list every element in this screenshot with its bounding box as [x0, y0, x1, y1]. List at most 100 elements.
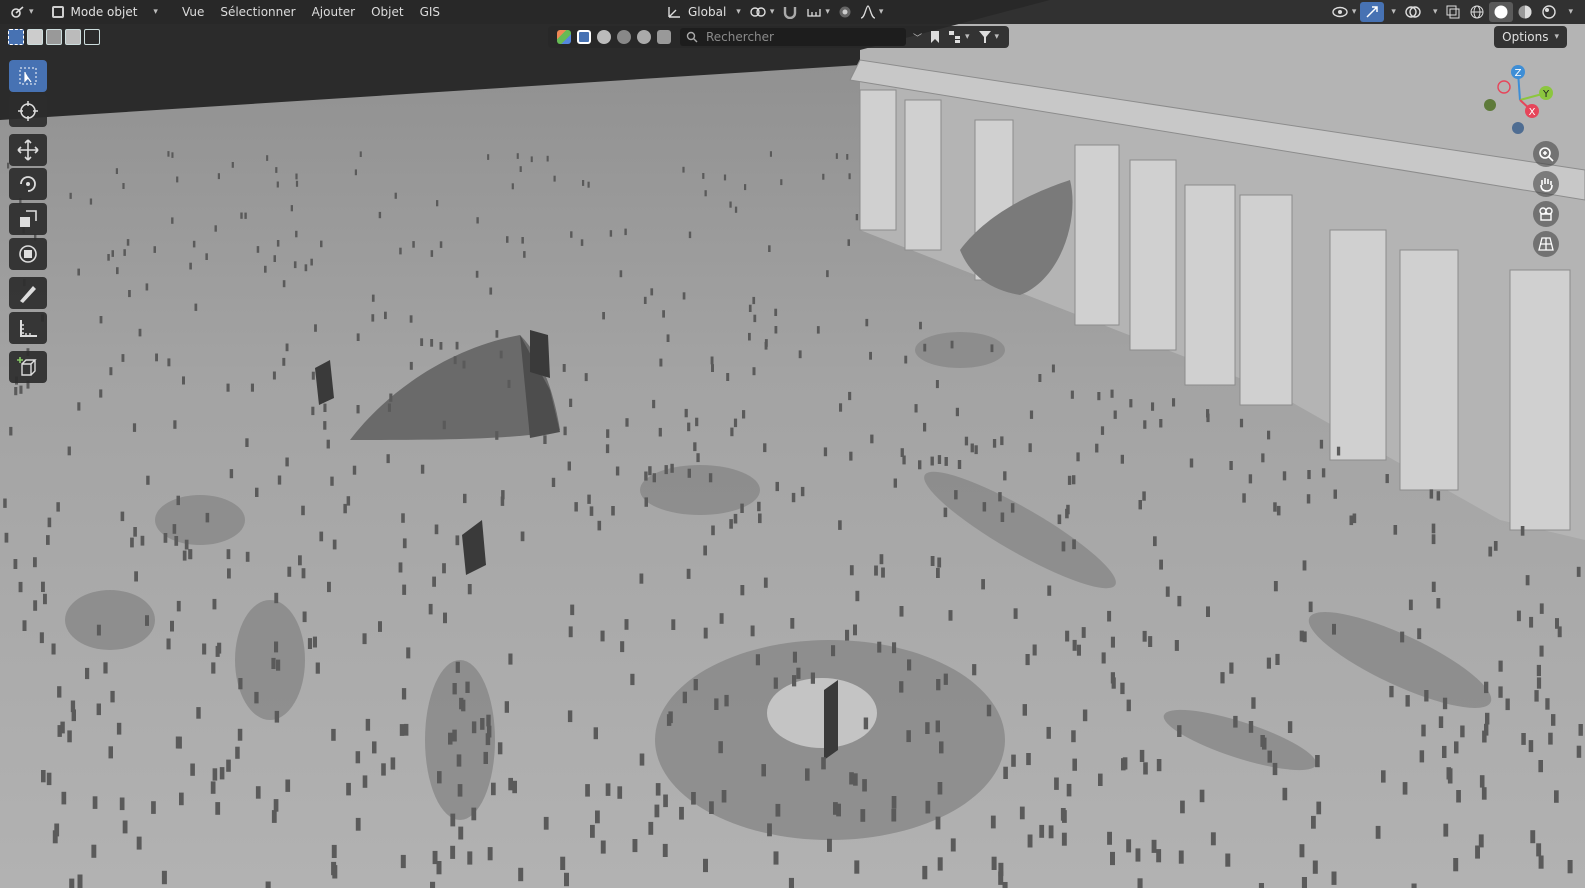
navigation-gizmo[interactable]: Z Y X: [1480, 60, 1562, 142]
chevron-down-icon: ▾: [736, 7, 741, 17]
xray-icon: [1446, 5, 1460, 19]
menu-view[interactable]: Vue: [174, 2, 212, 22]
measure-tool-icon: [20, 320, 37, 337]
options-dropdown[interactable]: Options ▾: [1494, 26, 1567, 48]
scene-render: [0, 0, 1585, 888]
select-invert-icon[interactable]: [65, 29, 81, 45]
scene-icon[interactable]: [557, 30, 571, 44]
search-input[interactable]: [704, 29, 898, 45]
annotate-tool-icon: [20, 286, 36, 303]
menu-gis[interactable]: GIS: [412, 2, 448, 22]
filter-options-button[interactable]: ﹀: [906, 27, 926, 47]
snap-target-dropdown[interactable]: ▾: [802, 2, 834, 22]
filter-bar: ﹀ ▾ ▾: [548, 26, 1010, 48]
cursor-tool-icon: [18, 101, 38, 121]
hierarchy-dropdown[interactable]: ▾: [944, 27, 974, 47]
menu-select[interactable]: Sélectionner: [212, 2, 303, 22]
chevron-down-icon: ▾: [153, 7, 158, 17]
gizmo-dropdown[interactable]: ▾: [1384, 2, 1400, 22]
orientation-label: Global: [688, 5, 727, 19]
falloff-curve-icon: [860, 5, 876, 19]
object-filter-icon[interactable]: [577, 30, 591, 44]
transform-tool-icon: [19, 245, 37, 263]
shading-solid[interactable]: [1489, 2, 1514, 22]
add-cube-tool-icon: [17, 357, 37, 376]
mesh-filter-icon[interactable]: [597, 30, 611, 44]
chevron-down-icon: ﹀: [913, 33, 923, 44]
zoom-button[interactable]: [1533, 141, 1559, 167]
chevron-down-icon: ▾: [994, 32, 1000, 42]
chevron-down-icon: ▾: [1351, 7, 1357, 17]
snap-toggle[interactable]: [778, 2, 802, 22]
add-cube-tool[interactable]: [9, 351, 47, 383]
viewport-header: ▾ Mode objet ▾ Vue Sélectionner Ajouter …: [0, 0, 1585, 24]
snap-increment-icon: [807, 9, 821, 17]
select-extend-icon[interactable]: [27, 29, 43, 45]
gizmo-neg-z[interactable]: [1512, 122, 1524, 134]
visibility-dropdown[interactable]: ▾: [1327, 2, 1361, 22]
material-filter-icon[interactable]: [617, 30, 631, 44]
editor-type-button[interactable]: ▾: [6, 2, 38, 22]
chevron-down-icon: ▾: [1554, 32, 1559, 42]
select-subtract-icon[interactable]: [46, 29, 62, 45]
shading-rendered[interactable]: [1537, 2, 1561, 22]
menu-object[interactable]: Objet: [363, 2, 411, 22]
camera-view-button[interactable]: [1533, 201, 1559, 227]
pivot-point-icon: [750, 7, 766, 17]
world-filter-icon[interactable]: [637, 30, 651, 44]
shading-material[interactable]: [1513, 2, 1537, 22]
magnet-icon: [784, 7, 797, 19]
proportional-edit-toggle[interactable]: [834, 2, 856, 22]
overlays-dropdown[interactable]: ▾: [1426, 2, 1442, 22]
perspective-toggle-button[interactable]: [1533, 231, 1559, 257]
move-tool[interactable]: [9, 134, 47, 166]
zoom-icon: [1539, 147, 1554, 162]
gizmo-neg-y[interactable]: [1484, 99, 1496, 111]
transform-tool[interactable]: [9, 238, 47, 270]
orientation-axes-icon: [668, 7, 680, 18]
transform-orientation-dropdown[interactable]: Global ▾: [662, 2, 745, 22]
chevron-down-icon: ▾: [965, 32, 970, 42]
material-sphere-icon: [1518, 5, 1532, 19]
chevron-down-icon: ▾: [29, 7, 34, 17]
gizmo-neg-x[interactable]: [1497, 80, 1511, 94]
rendered-sphere-icon: [1542, 5, 1557, 19]
select-intersect-icon[interactable]: [84, 29, 100, 45]
pivot-point-dropdown[interactable]: ▾: [745, 2, 779, 22]
pan-hand-icon: [1540, 178, 1553, 192]
select-new-icon[interactable]: [8, 29, 24, 45]
overlays-toggle[interactable]: [1400, 2, 1426, 22]
gizmo-z-label: Z: [1515, 68, 1522, 79]
menu-add[interactable]: Ajouter: [304, 2, 364, 22]
camera-icon: [1539, 207, 1553, 221]
3d-viewport[interactable]: [0, 0, 1585, 888]
gizmo-x-label: X: [1529, 107, 1536, 118]
shading-wireframe[interactable]: [1465, 2, 1489, 22]
move-tool-icon: [17, 139, 39, 161]
hierarchy-icon: [949, 31, 961, 43]
brush-filter-icon[interactable]: [657, 30, 671, 44]
viewport-editor-icon: [11, 6, 24, 18]
pan-button[interactable]: [1533, 171, 1559, 197]
bookmark-button[interactable]: [926, 27, 944, 47]
xray-toggle[interactable]: [1441, 2, 1465, 22]
chevron-down-icon: ▾: [1432, 7, 1438, 17]
gizmo-toggle[interactable]: [1360, 2, 1385, 22]
cursor-tool[interactable]: [9, 95, 47, 127]
gizmo-icon: [1366, 6, 1379, 18]
annotate-tool[interactable]: [9, 277, 47, 309]
scale-tool-icon: [20, 210, 37, 227]
chevron-down-icon: ▾: [878, 7, 884, 17]
rotate-tool[interactable]: [9, 168, 47, 200]
gizmo-y-label: Y: [1542, 89, 1550, 100]
search-icon: [686, 31, 698, 43]
falloff-dropdown[interactable]: ▾: [856, 2, 888, 22]
scale-tool[interactable]: [9, 203, 47, 235]
shading-dropdown[interactable]: ▾: [1561, 2, 1577, 22]
filter-dropdown[interactable]: ▾: [974, 27, 1004, 47]
chevron-down-icon: ▾: [769, 7, 775, 17]
measure-tool[interactable]: [9, 312, 47, 344]
select-box-tool[interactable]: [9, 60, 47, 92]
mode-dropdown[interactable]: Mode objet ▾: [46, 2, 164, 22]
eye-icon: [1332, 6, 1348, 18]
